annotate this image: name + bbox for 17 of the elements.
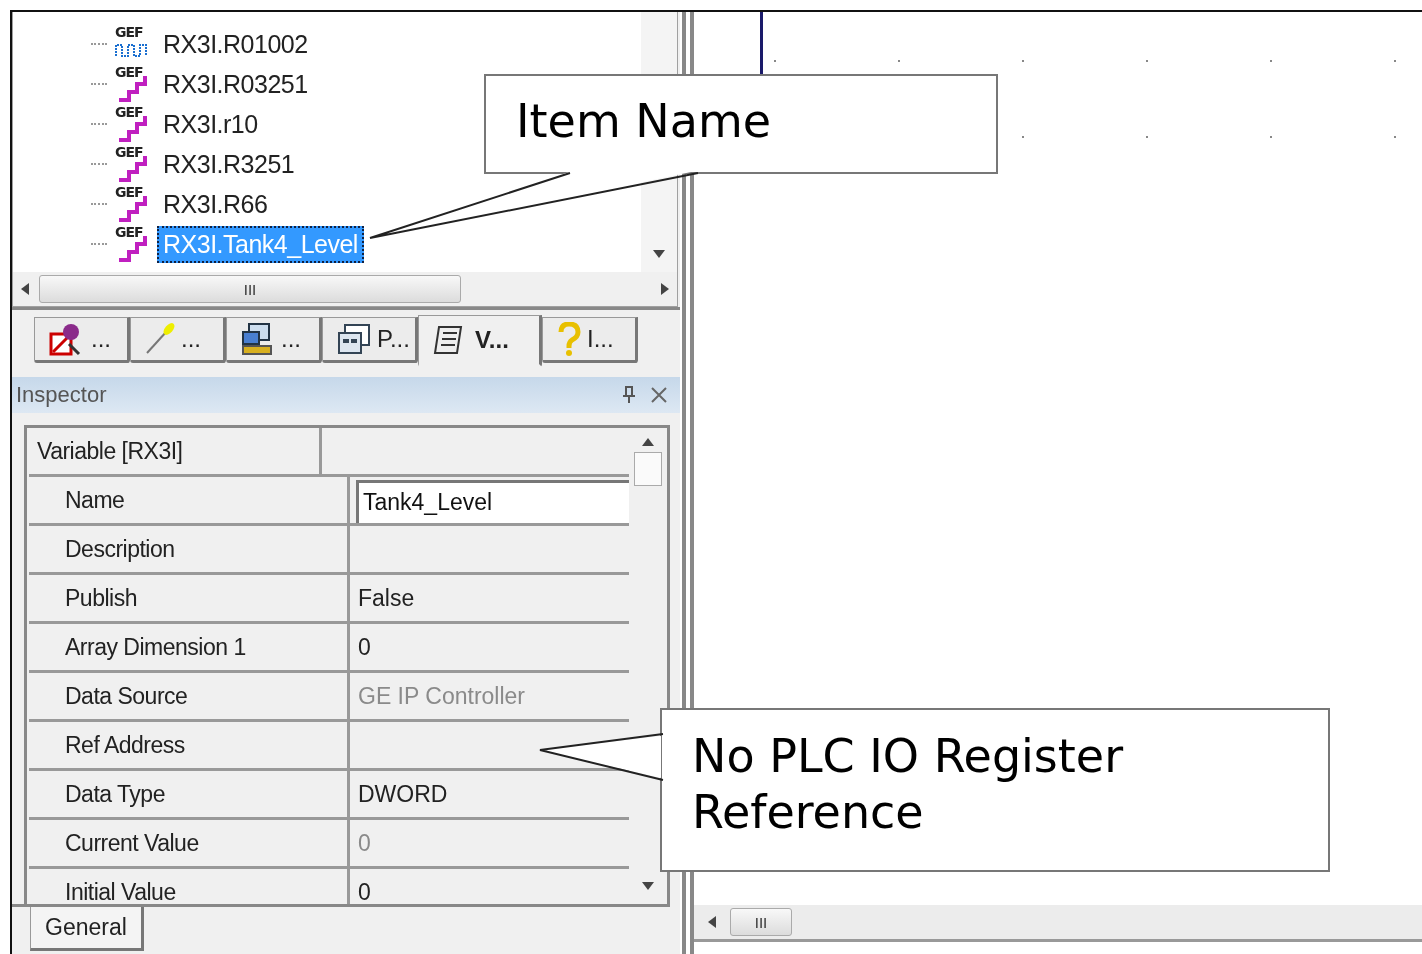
- property-label: Publish: [29, 575, 350, 621]
- property-label: Array Dimension 1: [29, 624, 350, 670]
- icon-label: GEF: [115, 104, 143, 120]
- icon-label: GEF: [115, 144, 143, 160]
- property-label: Data Type: [29, 771, 350, 817]
- callout-box: No PLC IO Register Reference: [660, 708, 1330, 872]
- property-label: Data Source: [29, 673, 350, 719]
- property-label: Name: [29, 477, 350, 523]
- property-label: Description: [29, 526, 350, 572]
- icon-label: GEF: [115, 64, 143, 80]
- icon-label: GEF: [115, 24, 143, 40]
- inspector-title: Inspector: [16, 382, 108, 408]
- property-label: Ref Address: [29, 722, 350, 768]
- icon-label: GEF: [115, 184, 143, 200]
- icon-label: GEF: [115, 224, 143, 240]
- property-label: Variable [RX3I]: [29, 428, 322, 474]
- property-label: Current Value: [29, 820, 350, 866]
